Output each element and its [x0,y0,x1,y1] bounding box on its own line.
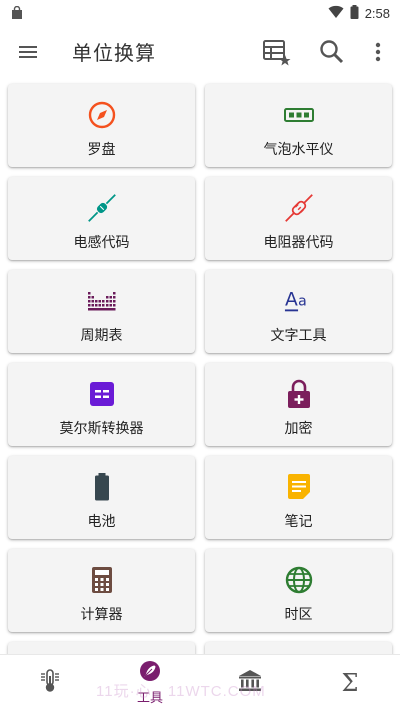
tool-card-timezone[interactable]: 时区 [205,549,392,632]
svg-text:a: a [298,294,307,310]
tool-card-encryption[interactable]: 加密 [205,363,392,446]
tool-card-notes[interactable]: 笔记 [205,456,392,539]
grid-favorite-icon[interactable] [262,38,291,66]
tool-label: 电感代码 [73,235,130,251]
tool-card-partial[interactable] [205,642,392,654]
tool-card-morse[interactable]: 莫尔斯转换器 [8,363,195,446]
tool-label: 罗盘 [87,142,116,158]
lock-icon [284,379,314,409]
bank-icon [238,669,262,697]
tool-label: 莫尔斯转换器 [59,421,144,437]
level-icon [283,100,314,130]
status-bar: 2:58 [0,0,400,26]
tool-card-text-tools[interactable]: Aa 文字工具 [205,270,392,353]
page-title: 单位换算 [72,41,156,65]
tool-card-inductor[interactable]: 电感代码 [8,177,195,260]
note-icon [284,472,314,502]
battery-icon [87,472,117,502]
globe-icon [284,565,314,595]
status-time: 2:58 [364,6,390,21]
nav-units-tab[interactable] [0,655,100,710]
feather-compass-icon [139,660,161,686]
tool-label: 周期表 [80,328,123,344]
menu-icon[interactable] [16,40,40,64]
svg-text:A: A [284,290,297,311]
tool-label: 文字工具 [270,328,327,344]
more-options-icon[interactable] [368,38,388,66]
tool-card-compass[interactable]: 罗盘 [8,84,195,167]
tool-card-calculator[interactable]: 计算器 [8,549,195,632]
bottom-nav: 工具 Σ [0,654,400,710]
tool-label: 时区 [284,607,313,623]
tool-label: 笔记 [284,514,313,530]
sigma-icon: Σ [341,669,359,697]
battery-status-icon [350,4,359,23]
thermometer-icon [39,669,61,697]
tool-label: 电池 [87,514,116,530]
wifi-icon [328,4,344,23]
tool-label: 加密 [284,421,313,437]
tools-grid: 罗盘 气泡水平仪 电感代码 电阻器代码 周期表 A a 文字工具 莫尔斯转换器 … [0,76,400,654]
compass-icon [87,100,117,130]
search-icon[interactable] [318,38,346,66]
inductor-icon [87,193,117,223]
calculator-icon [87,565,117,595]
tool-label: 气泡水平仪 [263,142,334,158]
tool-card-level[interactable]: 气泡水平仪 [205,84,392,167]
resistor-icon [284,193,314,223]
app-bar: 单位换算 [0,26,400,76]
text-tools-icon: Aa [284,286,314,316]
morse-icon [87,379,117,409]
tool-card-resistor[interactable]: 电阻器代码 [205,177,392,260]
tool-label: 电阻器代码 [263,235,334,251]
nav-finance-tab[interactable] [200,655,300,710]
tool-card-battery[interactable]: 电池 [8,456,195,539]
tools-grid-area[interactable]: 罗盘 气泡水平仪 电感代码 电阻器代码 周期表 A a 文字工具 莫尔斯转换器 … [0,76,400,654]
nav-tools-label: 工具 [136,691,163,706]
tool-card-periodic-table[interactable]: 周期表 [8,270,195,353]
periodic-table-icon [87,286,117,316]
tool-label: 计算器 [80,607,123,623]
nav-math-tab[interactable]: Σ [300,655,400,710]
shopping-bag-icon [10,5,24,24]
nav-tools-tab[interactable]: 工具 [100,655,200,710]
tool-card-partial[interactable] [8,642,195,654]
